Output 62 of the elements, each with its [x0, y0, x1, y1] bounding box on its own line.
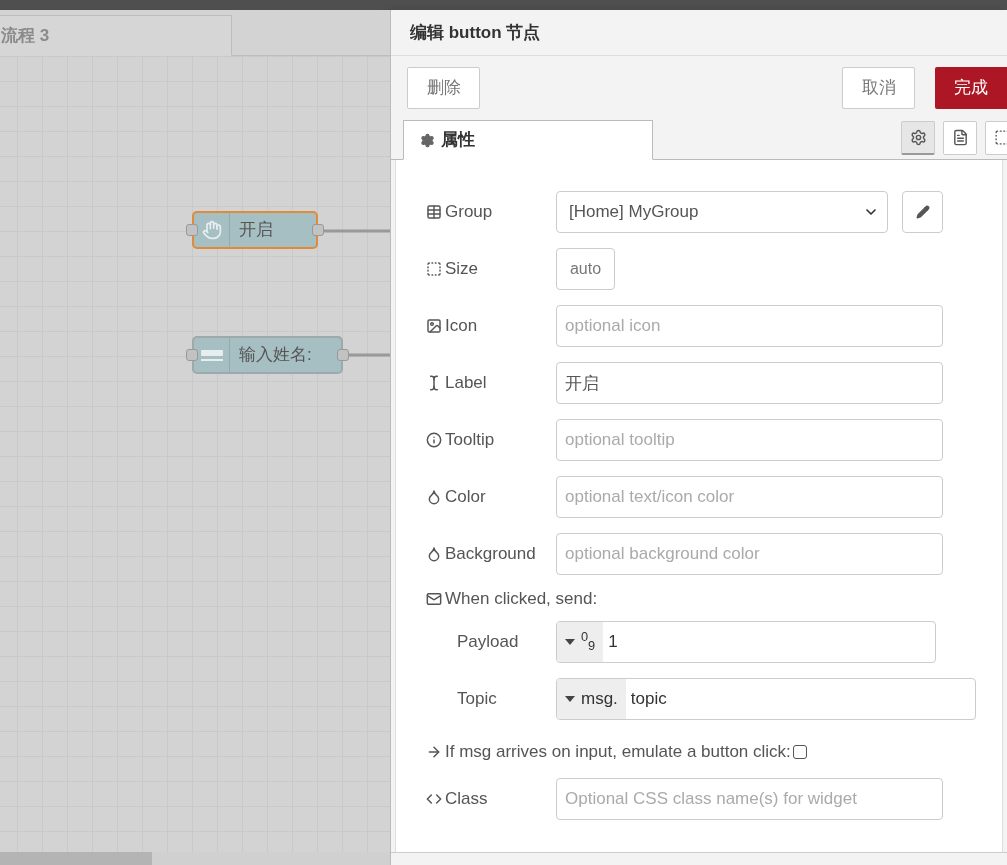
cancel-button[interactable]: 取消 — [842, 67, 915, 109]
text-field[interactable]: optional background color — [556, 533, 943, 575]
field-label: Size — [445, 258, 479, 281]
flow-node[interactable]: 开启 — [192, 211, 318, 249]
code-icon — [426, 791, 442, 807]
field-value: topic — [629, 688, 667, 711]
settings-icon — [909, 128, 927, 146]
field-label: Label — [445, 372, 487, 395]
delete-button[interactable]: 删除 — [407, 67, 480, 109]
properties-tab[interactable]: 属性 — [403, 120, 653, 160]
size-button[interactable]: auto — [556, 248, 615, 290]
frame-icon — [993, 129, 1007, 146]
droplet-icon — [426, 489, 442, 505]
text-field[interactable]: optional icon — [556, 305, 943, 347]
image-icon — [426, 318, 442, 334]
typed-input-field[interactable]: msg. topic — [556, 678, 976, 720]
field-label: Payload — [457, 631, 519, 654]
field-label: Group — [445, 201, 493, 224]
pencil-icon — [915, 205, 930, 219]
hand-icon — [201, 220, 222, 240]
dialog-title: 编辑 button 节点 — [410, 21, 541, 44]
checkbox[interactable] — [792, 744, 807, 759]
field-label: If msg arrives on input, emulate a button click: — [445, 741, 791, 763]
envelope-icon — [426, 590, 442, 607]
port[interactable] — [186, 349, 198, 361]
node-label: 输入姓名: — [238, 344, 312, 367]
group-select[interactable]: [Home] MyGroup — [556, 191, 888, 233]
field-label: Class — [445, 788, 488, 811]
text-field[interactable]: optional text/icon color — [556, 476, 943, 518]
field-label: Icon — [445, 315, 478, 338]
document-icon — [951, 129, 969, 146]
text-input-icon — [199, 348, 224, 362]
text-field[interactable]: Optional CSS class name(s) for widget — [556, 778, 943, 820]
field-label: Topic — [457, 688, 497, 711]
caret-icon — [565, 639, 575, 645]
port[interactable] — [312, 224, 324, 236]
settings-icon — [420, 132, 435, 148]
flow-node[interactable]: 输入姓名: — [192, 336, 343, 374]
text-field[interactable]: 开启 — [556, 362, 943, 404]
info-icon — [426, 432, 442, 448]
wire — [322, 229, 390, 233]
port[interactable] — [186, 224, 198, 236]
document-tab[interactable] — [943, 120, 977, 155]
wire — [347, 353, 390, 357]
settings-tab[interactable] — [901, 120, 935, 155]
type-label: msg. — [581, 688, 618, 711]
table-icon — [426, 204, 442, 220]
field-label: When clicked, send: — [445, 588, 598, 610]
caret-icon — [565, 696, 575, 702]
scrollbar-thumb[interactable] — [0, 852, 152, 865]
field-label: Background — [445, 543, 536, 566]
port[interactable] — [337, 349, 349, 361]
droplet-icon — [426, 546, 442, 562]
flow-canvas[interactable]: 开启 输入姓名: — [0, 56, 390, 852]
field-label: Tooltip — [445, 429, 495, 452]
node-label: 开启 — [238, 219, 273, 242]
text-field[interactable]: optional tooltip — [556, 419, 943, 461]
field-label: Color — [445, 486, 486, 509]
edit-button[interactable] — [902, 191, 943, 233]
field-value: 1 — [607, 631, 618, 654]
done-button[interactable]: 完成 — [935, 67, 1007, 109]
frame-icon — [426, 261, 442, 277]
